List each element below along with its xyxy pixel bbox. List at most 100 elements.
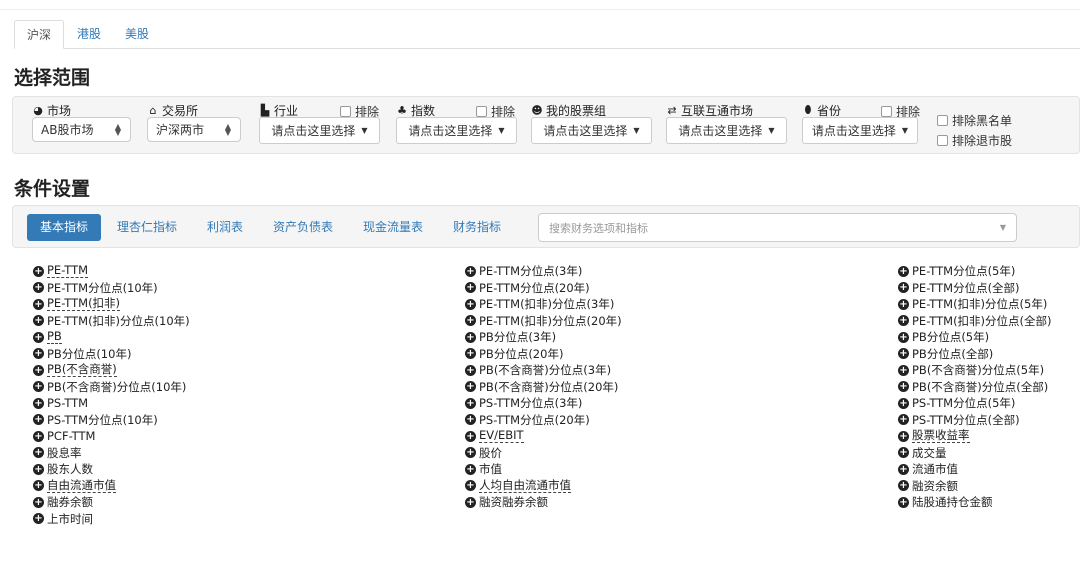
blacklist-option[interactable]: 排除黑名单 xyxy=(937,112,1012,129)
indicator-item[interactable]: + 股票收益率 xyxy=(898,428,1052,445)
plus-circle-icon[interactable]: + xyxy=(33,265,44,277)
tab-financial-indicators[interactable]: 财务指标 xyxy=(440,214,514,241)
indicator-item[interactable]: + PE-TTM(扣非) xyxy=(33,296,190,313)
plus-circle-icon[interactable]: + xyxy=(33,298,44,310)
plus-circle-icon[interactable]: + xyxy=(465,348,476,360)
plus-circle-icon[interactable]: + xyxy=(33,430,44,442)
blacklist-checkbox[interactable] xyxy=(937,115,948,126)
plus-circle-icon[interactable]: + xyxy=(465,381,476,393)
indicator-item[interactable]: + PE-TTM(扣非)分位点(3年) xyxy=(465,296,622,313)
indicator-item[interactable]: + PB分位点(3年) xyxy=(465,329,622,346)
plus-circle-icon[interactable]: + xyxy=(465,282,476,294)
tab-income-statement[interactable]: 利润表 xyxy=(194,214,256,241)
plus-circle-icon[interactable]: + xyxy=(465,298,476,310)
index-dropdown[interactable]: 请点击这里选择 ▼ xyxy=(396,117,517,144)
plus-circle-icon[interactable]: + xyxy=(898,364,909,376)
indicator-item[interactable]: + 流通市值 xyxy=(898,461,1052,478)
plus-circle-icon[interactable]: + xyxy=(898,282,909,294)
plus-circle-icon[interactable]: + xyxy=(898,381,909,393)
indicator-item[interactable]: + PB分位点(全部) xyxy=(898,346,1052,363)
plus-circle-icon[interactable]: + xyxy=(33,331,44,343)
plus-circle-icon[interactable]: + xyxy=(465,480,476,492)
province-exclude-checkbox[interactable] xyxy=(881,106,892,117)
plus-circle-icon[interactable]: + xyxy=(898,430,909,442)
indicator-item[interactable]: + PE-TTM(扣非)分位点(5年) xyxy=(898,296,1052,313)
index-exclude-checkbox[interactable] xyxy=(476,106,487,117)
plus-circle-icon[interactable]: + xyxy=(465,496,476,508)
plus-circle-icon[interactable]: + xyxy=(898,480,909,492)
delisted-checkbox[interactable] xyxy=(937,135,948,146)
indicator-item[interactable]: + 人均自由流通市值 xyxy=(465,478,622,495)
province-dropdown[interactable]: 请点击这里选择 ▼ xyxy=(802,117,918,144)
indicator-search-input[interactable]: 搜索财务选项和指标 ▼ xyxy=(538,213,1017,242)
plus-circle-icon[interactable]: + xyxy=(898,298,909,310)
indicator-item[interactable]: + 股价 xyxy=(465,445,622,462)
tab-hk[interactable]: 港股 xyxy=(65,20,113,49)
plus-circle-icon[interactable]: + xyxy=(33,496,44,508)
connect-dropdown[interactable]: 请点击这里选择 ▼ xyxy=(666,117,787,144)
plus-circle-icon[interactable]: + xyxy=(465,447,476,459)
plus-circle-icon[interactable]: + xyxy=(33,447,44,459)
market-select[interactable]: AB股市场 ▲ ▼ xyxy=(32,117,131,142)
industry-dropdown[interactable]: 请点击这里选择 ▼ xyxy=(259,117,380,144)
indicator-item[interactable]: + PE-TTM(扣非)分位点(20年) xyxy=(465,313,622,330)
plus-circle-icon[interactable]: + xyxy=(33,397,44,409)
indicator-item[interactable]: + 融资余额 xyxy=(898,478,1052,495)
indicator-item[interactable]: + PS-TTM分位点(3年) xyxy=(465,395,622,412)
indicator-item[interactable]: + PB(不含商誉)分位点(全部) xyxy=(898,379,1052,396)
plus-circle-icon[interactable]: + xyxy=(33,480,44,492)
indicator-item[interactable]: + PB(不含商誉)分位点(5年) xyxy=(898,362,1052,379)
plus-circle-icon[interactable]: + xyxy=(898,348,909,360)
tab-cash-flow[interactable]: 现金流量表 xyxy=(350,214,436,241)
indicator-item[interactable]: + 市值 xyxy=(465,461,622,478)
plus-circle-icon[interactable]: + xyxy=(465,364,476,376)
indicator-item[interactable]: + PE-TTM xyxy=(33,263,190,280)
indicator-item[interactable]: + PE-TTM(扣非)分位点(全部) xyxy=(898,313,1052,330)
indicator-item[interactable]: + PB(不含商誉)分位点(20年) xyxy=(465,379,622,396)
indicator-item[interactable]: + PCF-TTM xyxy=(33,428,190,445)
plus-circle-icon[interactable]: + xyxy=(33,414,44,426)
indicator-item[interactable]: + 成交量 xyxy=(898,445,1052,462)
indicator-item[interactable]: + PB分位点(20年) xyxy=(465,346,622,363)
tab-balance-sheet[interactable]: 资产负债表 xyxy=(260,214,346,241)
indicator-item[interactable]: + 自由流通市值 xyxy=(33,478,190,495)
plus-circle-icon[interactable]: + xyxy=(465,430,476,442)
delisted-option[interactable]: 排除退市股 xyxy=(937,132,1012,149)
plus-circle-icon[interactable]: + xyxy=(33,315,44,327)
plus-circle-icon[interactable]: + xyxy=(33,348,44,360)
indicator-item[interactable]: + PB xyxy=(33,329,190,346)
plus-circle-icon[interactable]: + xyxy=(898,414,909,426)
indicator-item[interactable]: + PS-TTM分位点(5年) xyxy=(898,395,1052,412)
indicator-item[interactable]: + 陆股通持仓金额 xyxy=(898,494,1052,511)
plus-circle-icon[interactable]: + xyxy=(898,496,909,508)
plus-circle-icon[interactable]: + xyxy=(898,265,909,277)
portfolio-dropdown[interactable]: 请点击这里选择 ▼ xyxy=(531,117,652,144)
indicator-item[interactable]: + PE-TTM分位点(20年) xyxy=(465,280,622,297)
indicator-item[interactable]: + 股东人数 xyxy=(33,461,190,478)
tab-lixinger-indicators[interactable]: 理杏仁指标 xyxy=(104,214,190,241)
indicator-item[interactable]: + PE-TTM分位点(3年) xyxy=(465,263,622,280)
plus-circle-icon[interactable]: + xyxy=(33,381,44,393)
indicator-item[interactable]: + PB(不含商誉)分位点(10年) xyxy=(33,379,190,396)
indicator-item[interactable]: + PB(不含商誉) xyxy=(33,362,190,379)
plus-circle-icon[interactable]: + xyxy=(465,463,476,475)
indicator-item[interactable]: + 融资融券余额 xyxy=(465,494,622,511)
tab-basic-indicators[interactable]: 基本指标 xyxy=(27,214,102,241)
industry-exclude-checkbox[interactable] xyxy=(340,106,351,117)
indicator-item[interactable]: + 融券余额 xyxy=(33,494,190,511)
indicator-item[interactable]: + PS-TTM xyxy=(33,395,190,412)
indicator-item[interactable]: + PB(不含商誉)分位点(3年) xyxy=(465,362,622,379)
indicator-item[interactable]: + PE-TTM分位点(5年) xyxy=(898,263,1052,280)
indicator-item[interactable]: + PE-TTM(扣非)分位点(10年) xyxy=(33,313,190,330)
indicator-item[interactable]: + 上市时间 xyxy=(33,511,190,528)
plus-circle-icon[interactable]: + xyxy=(465,265,476,277)
indicator-item[interactable]: + PE-TTM分位点(10年) xyxy=(33,280,190,297)
indicator-item[interactable]: + PB分位点(10年) xyxy=(33,346,190,363)
plus-circle-icon[interactable]: + xyxy=(33,364,44,376)
plus-circle-icon[interactable]: + xyxy=(898,447,909,459)
tab-hushen[interactable]: 沪深 xyxy=(14,20,65,49)
indicator-item[interactable]: + PB分位点(5年) xyxy=(898,329,1052,346)
plus-circle-icon[interactable]: + xyxy=(465,397,476,409)
plus-circle-icon[interactable]: + xyxy=(898,331,909,343)
plus-circle-icon[interactable]: + xyxy=(898,315,909,327)
